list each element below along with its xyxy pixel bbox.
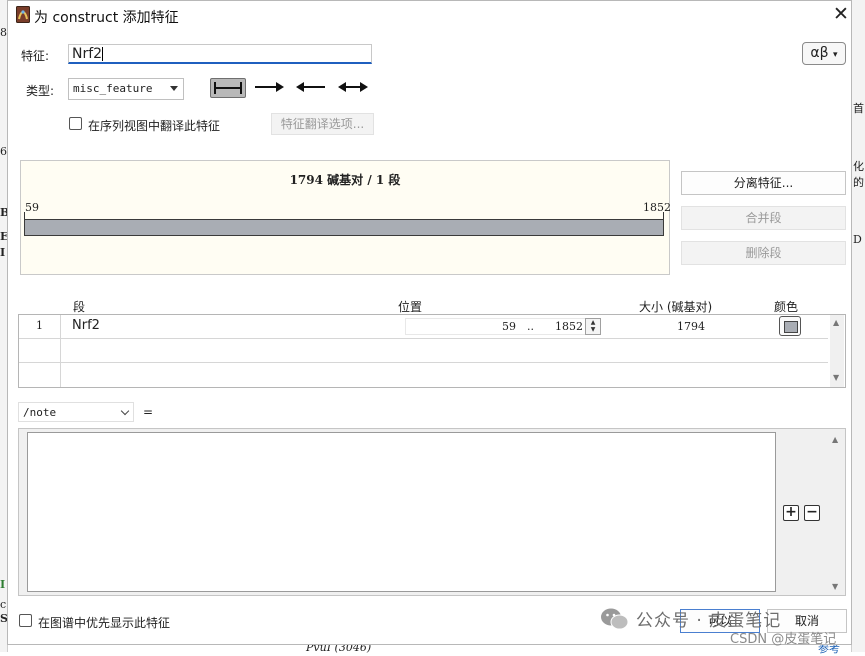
translation-options-button[interactable]: 特征翻译选项... (271, 113, 374, 135)
equals-sign: = (143, 405, 154, 419)
arrow-right-icon (255, 82, 284, 92)
direction-both-button[interactable] (336, 78, 372, 98)
bar-direction-icon (214, 82, 242, 94)
column-header-segment: 段 (73, 300, 86, 314)
watermark-csdn: CSDN @皮蛋笔记 (730, 632, 837, 647)
qualifier-value-textarea[interactable] (27, 432, 776, 592)
alphabet-button-label: αβ (810, 45, 829, 61)
dialog-title: 为 construct 添加特征 (34, 10, 179, 26)
minus-icon: − (806, 504, 818, 520)
column-header-color: 颜色 (774, 300, 799, 314)
position-separator: .. (527, 320, 534, 333)
direction-reverse-button[interactable] (294, 78, 330, 98)
direction-forward-button[interactable] (252, 78, 288, 98)
background-text: I (0, 578, 6, 591)
prioritize-checkbox[interactable] (19, 614, 32, 627)
background-window-right-edge (851, 0, 865, 652)
dropdown-arrow-icon (170, 86, 178, 91)
delete-segment-button[interactable]: 删除段 (681, 241, 846, 265)
chevron-down-icon: ▾ (833, 50, 838, 60)
feature-type-select[interactable]: misc_feature (68, 78, 184, 100)
qualifier-key-value: /note (23, 406, 57, 419)
background-text: I (0, 246, 6, 259)
spin-down-icon[interactable]: ▼ (591, 326, 596, 333)
segment-end[interactable]: 1852 (555, 320, 583, 333)
background-text: 6 (0, 145, 7, 158)
scroll-up-icon[interactable]: ▲ (832, 435, 838, 444)
segment-size: 1794 (677, 320, 705, 333)
segment-bar[interactable] (24, 219, 664, 236)
spin-up-icon[interactable]: ▲ (591, 319, 596, 326)
remove-qualifier-button[interactable]: − (804, 505, 820, 521)
background-text: 首 (853, 102, 864, 115)
wechat-logo-icon (601, 608, 629, 630)
scroll-down-icon[interactable]: ▼ (832, 582, 838, 591)
translate-checkbox-label: 在序列视图中翻译此特征 (88, 119, 221, 133)
add-qualifier-button[interactable]: + (783, 505, 799, 521)
qualifier-scrollbar[interactable] (829, 432, 843, 592)
column-header-position: 位置 (398, 300, 423, 314)
feature-type-label: 类型: (26, 84, 55, 98)
close-icon[interactable]: ✕ (830, 3, 852, 25)
text-caret (102, 47, 104, 61)
chevron-down-icon (120, 406, 130, 416)
column-header-size: 大小 (碱基对) (639, 300, 713, 314)
color-swatch (784, 321, 798, 333)
segment-color-button[interactable] (779, 316, 801, 336)
merge-segments-button[interactable]: 合并段 (681, 206, 846, 230)
qualifier-key-select[interactable]: /note (18, 402, 134, 422)
scroll-down-icon[interactable]: ▼ (833, 373, 839, 382)
map-start-label: 59 (25, 201, 39, 214)
feature-name-input[interactable]: Nrf2 (68, 44, 372, 64)
background-text: D (853, 233, 862, 246)
feature-name-label: 特征: (21, 49, 50, 63)
arrow-both-icon (338, 82, 368, 92)
background-text: 8 (0, 26, 7, 39)
feature-type-value: misc_feature (73, 82, 153, 95)
split-feature-button[interactable]: 分离特征... (681, 171, 846, 195)
background-text: c (0, 598, 7, 611)
alphabet-button[interactable]: αβ ▾ (802, 42, 846, 65)
feature-length-summary: 1794 碱基对 / 1 段 (289, 173, 401, 187)
background-text: 的 (853, 176, 864, 189)
translate-checkbox[interactable] (69, 117, 82, 130)
table-row-divider (19, 362, 828, 363)
app-icon (16, 6, 30, 23)
segment-start[interactable]: 59 (502, 320, 516, 333)
prioritize-checkbox-label: 在图谱中优先显示此特征 (38, 616, 171, 630)
plus-icon: + (785, 504, 797, 520)
table-row-divider (19, 338, 828, 339)
arrow-left-icon (296, 82, 325, 92)
scroll-up-icon[interactable]: ▲ (833, 318, 839, 327)
map-end-label: 1852 (643, 201, 671, 214)
segment-name[interactable]: Nrf2 (72, 318, 100, 333)
position-spinner[interactable]: ▲ ▼ (585, 318, 601, 335)
feature-name-value: Nrf2 (72, 46, 103, 62)
row-index: 1 (36, 319, 43, 332)
background-text: 化 (853, 160, 864, 173)
direction-none-button[interactable] (210, 78, 246, 98)
